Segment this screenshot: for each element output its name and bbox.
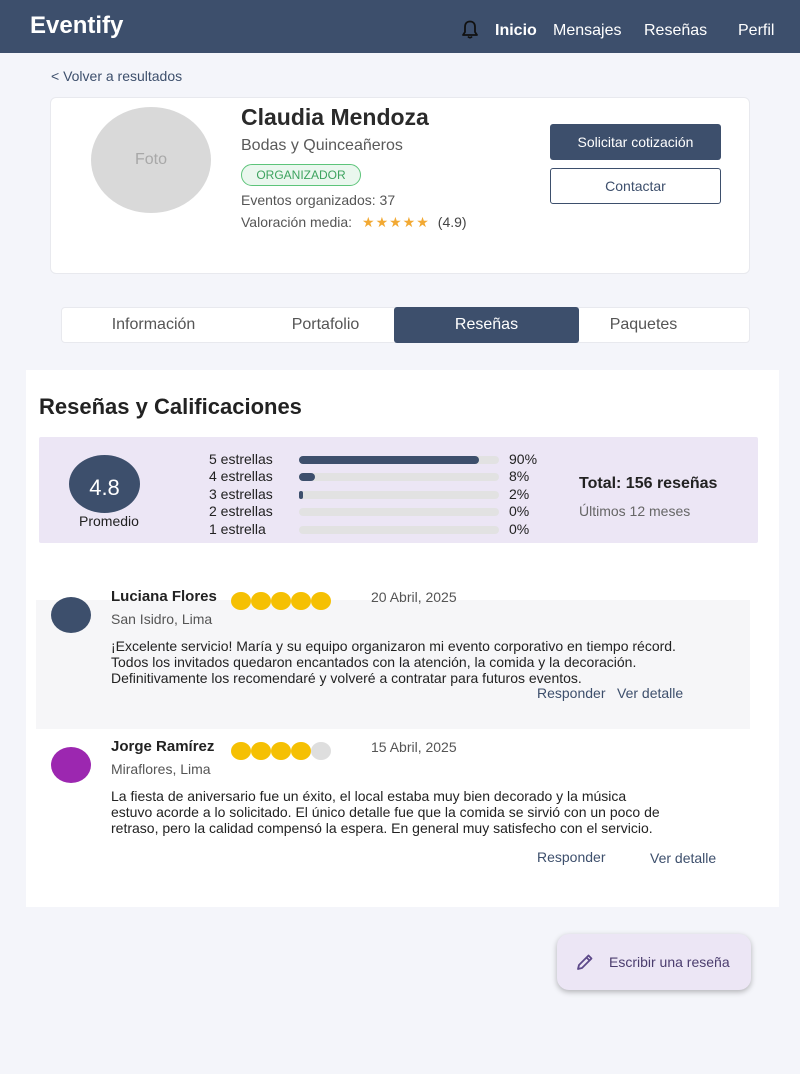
distribution-bar [299,456,499,464]
nav-mensajes[interactable]: Mensajes [553,22,621,40]
contact-button[interactable]: Contactar [550,168,721,204]
rating-label: Valoración media: [241,214,353,230]
rating-value: (4.9) [437,214,467,230]
star-rating-icon: ★★★★★ [362,214,430,230]
star-filled-icon [271,742,291,760]
distribution-bar [299,491,499,499]
role-badge: ORGANIZADOR [241,164,361,186]
distribution-percent: 2% [509,486,530,502]
distribution-bar-fill [299,456,479,464]
write-review-label: Escribir una reseña [609,954,730,970]
reply-link[interactable]: Responder [537,685,606,701]
star-empty-icon [311,742,331,760]
view-detail-link[interactable]: Ver detalle [617,685,683,701]
profile-photo: Foto [91,107,211,213]
rating-distribution-row: 3 estrellas 2% [209,486,559,503]
reviews-title: Reseñas y Calificaciones [39,394,302,419]
review-stars [231,592,331,610]
rating-distribution-row: 5 estrellas 90% [209,451,559,468]
tab-paquetes[interactable]: Paquetes [552,308,735,342]
reviews-panel: Reseñas y Calificaciones 4.8 Promedio 5 … [26,370,779,907]
bell-icon[interactable] [461,20,479,40]
average-rating: Valoración media: ★★★★★ (4.9) [241,214,467,231]
star-filled-icon [311,592,331,610]
star-filled-icon [291,592,311,610]
reviewer-location: Miraflores, Lima [111,761,211,777]
rating-summary: 4.8 Promedio 5 estrellas 90% 4 estrellas… [39,437,758,543]
review-text-line: Definitivamente los recomendaré y volver… [111,670,582,686]
reply-link[interactable]: Responder [537,849,606,865]
reviewer-name: Luciana Flores [111,588,217,605]
star-filled-icon [231,742,251,760]
average-label: Promedio [79,513,139,529]
profile-tabs: Información Portafolio Reseñas Paquetes [61,307,750,343]
events-count: Eventos organizados: 37 [241,192,396,208]
total-reviews: Total: 156 reseñas [579,475,718,492]
distribution-bar [299,526,499,534]
distribution-bar-fill [299,473,315,481]
distribution-percent: 90% [509,451,538,467]
distribution-bar [299,508,499,516]
distribution-label: 1 estrella [209,521,266,537]
distribution-bar [299,473,499,481]
distribution-percent: 8% [509,468,530,484]
rating-distribution-row: 4 estrellas 8% [209,468,559,485]
review-text: La fiesta de aniversario fue un éxito, e… [111,788,691,836]
review-text-line: estuvo acorde a lo solicitado. El único … [111,804,660,820]
average-score: 4.8 [69,455,140,513]
nav-inicio[interactable]: Inicio [495,22,537,40]
request-quote-button[interactable]: Solicitar cotización [550,124,721,160]
rating-distribution-row: 1 estrella 0% [209,521,559,538]
star-filled-icon [251,742,271,760]
tab-informacion[interactable]: Información [62,308,245,342]
pencil-icon [577,954,593,970]
nav-resenas[interactable]: Reseñas [644,22,707,40]
review-text-line: ¡Excelente servicio! María y su equipo o… [111,638,676,654]
distribution-label: 3 estrellas [209,486,273,502]
profile-name: Claudia Mendoza [241,104,429,130]
avatar [51,747,91,783]
distribution-label: 4 estrellas [209,468,273,484]
review-text-line: Todos los invitados quedaron encantados … [111,654,637,670]
rating-distribution-row: 2 estrellas 0% [209,503,559,520]
review-text-line: retraso, pero la calidad compensó la esp… [111,820,653,836]
profile-card: Foto Claudia Mendoza Bodas y Quinceañero… [50,97,750,274]
review-period: Últimos 12 meses [579,503,691,519]
review-stars [231,742,331,760]
review-text: ¡Excelente servicio! María y su equipo o… [111,638,691,686]
tab-portafolio[interactable]: Portafolio [234,308,417,342]
star-filled-icon [251,592,271,610]
review-date: 20 Abril, 2025 [371,589,457,605]
distribution-label: 2 estrellas [209,503,273,519]
star-filled-icon [291,742,311,760]
top-navbar: Eventify Inicio Mensajes Reseñas Perfil [0,0,800,53]
avatar [51,597,91,633]
brand-logo[interactable]: Eventify [30,12,123,40]
review-date: 15 Abril, 2025 [371,739,457,755]
distribution-label: 5 estrellas [209,451,273,467]
reviewer-location: San Isidro, Lima [111,611,213,627]
nav-perfil[interactable]: Perfil [738,22,774,40]
review-text-line: La fiesta de aniversario fue un éxito, e… [111,788,627,804]
view-detail-link[interactable]: Ver detalle [650,850,716,866]
distribution-percent: 0% [509,503,530,519]
write-review-button[interactable]: Escribir una reseña [557,934,751,990]
profile-specialty: Bodas y Quinceañeros [241,137,403,154]
distribution-percent: 0% [509,521,530,537]
distribution-bar-fill [299,491,303,499]
back-to-results-link[interactable]: < Volver a resultados [51,68,182,84]
star-filled-icon [271,592,291,610]
star-filled-icon [231,592,251,610]
reviewer-name: Jorge Ramírez [111,738,215,755]
